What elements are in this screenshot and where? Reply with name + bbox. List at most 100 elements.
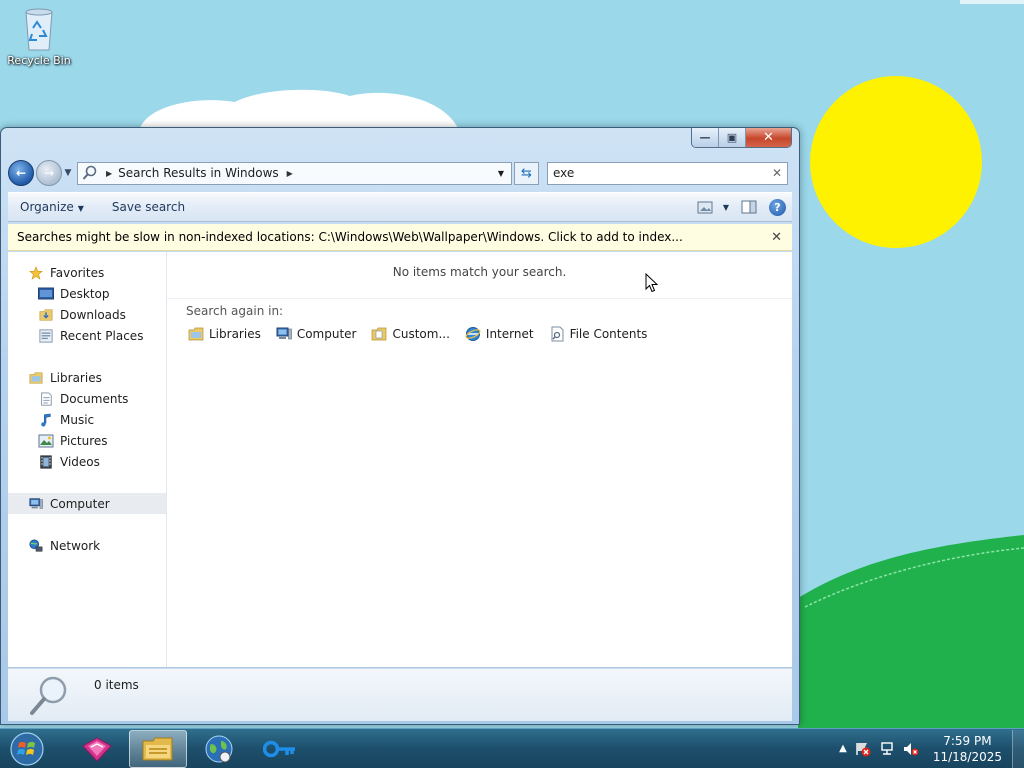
change-view-button[interactable]: ▼: [697, 201, 729, 214]
address-dropdown-icon[interactable]: ▼: [491, 169, 511, 178]
nav-label: Documents: [60, 391, 129, 406]
system-tray: ▲ 7:59 PM 11/18/2025: [831, 729, 1024, 768]
info-bar[interactable]: Searches might be slow in non-indexed lo…: [8, 224, 792, 251]
taskbar-key-app[interactable]: [251, 730, 309, 768]
recent-pages-dropdown[interactable]: ▼: [62, 168, 74, 178]
search-again-libraries[interactable]: Libraries: [188, 326, 261, 342]
back-button[interactable]: ←: [8, 160, 34, 186]
location-label: Computer: [296, 327, 357, 341]
nav-favorites[interactable]: Favorites: [8, 262, 166, 283]
navigation-pane: Favorites Desktop Downloads Recent Place…: [8, 252, 167, 667]
breadcrumb-chevron-icon[interactable]: ▶: [106, 169, 112, 178]
forward-button[interactable]: →: [36, 160, 62, 186]
search-results-icon: [82, 165, 97, 180]
nav-network[interactable]: Network: [8, 535, 166, 556]
nav-label: Music: [60, 412, 95, 427]
nav-label: Network: [50, 538, 101, 553]
search-again-custom[interactable]: Custom...: [371, 326, 450, 342]
maximize-button[interactable]: ▣: [719, 128, 746, 147]
volume-muted-icon[interactable]: [903, 741, 919, 757]
address-bar[interactable]: ▶ Search Results in Windows ▶ ▼: [77, 161, 512, 185]
computer-icon: [29, 497, 43, 509]
nav-label: Favorites: [50, 265, 105, 280]
downloads-folder-icon: [39, 308, 53, 321]
explorer-window[interactable]: — ▣ ✕ ← → ▼ ▶ Search Results in Windows …: [0, 127, 800, 725]
command-bar: Organize ▼ Save search ▼ ?: [8, 192, 792, 222]
internet-explorer-icon: [465, 327, 481, 341]
custom-folder-icon: [372, 327, 387, 341]
search-again-label: Search again in:: [186, 304, 284, 318]
nav-desktop[interactable]: Desktop: [8, 283, 166, 304]
view-options-dropdown-icon[interactable]: ▼: [723, 203, 729, 212]
nav-videos[interactable]: Videos: [8, 451, 166, 472]
results-pane[interactable]: No items match your search. Search again…: [167, 252, 792, 667]
search-box[interactable]: exe ✕: [547, 161, 788, 185]
file-explorer-icon: [142, 737, 173, 760]
clock-date: 11/18/2025: [932, 749, 1002, 764]
search-again-computer[interactable]: Computer: [276, 326, 357, 342]
paint-app-icon: [82, 736, 112, 762]
network-status-icon[interactable]: [879, 741, 895, 757]
search-again-file-contents[interactable]: File Contents: [549, 326, 647, 342]
taskbar: ▲ 7:59 PM 11/18/2025: [0, 728, 1024, 768]
nav-label: Libraries: [50, 370, 102, 385]
recent-places-icon: [39, 328, 53, 343]
nav-label: Videos: [60, 454, 100, 469]
preview-pane-icon: [741, 200, 757, 214]
organize-button[interactable]: Organize ▼: [20, 200, 84, 214]
refresh-button[interactable]: ⇆: [514, 161, 539, 185]
details-pane: 0 items: [8, 668, 792, 721]
nav-documents[interactable]: Documents: [8, 388, 166, 409]
preview-pane-button[interactable]: [741, 200, 757, 214]
show-hidden-icons-icon[interactable]: ▲: [839, 743, 847, 754]
refresh-icon: ⇆: [521, 165, 532, 181]
close-infobar-icon[interactable]: ✕: [771, 230, 782, 245]
recycle-bin-icon: [25, 8, 53, 51]
clear-search-icon[interactable]: ✕: [772, 166, 782, 180]
computer-icon: [276, 327, 292, 340]
explorer-body: Favorites Desktop Downloads Recent Place…: [8, 252, 792, 667]
windows-start-icon: [10, 731, 44, 766]
nav-label: Recent Places: [60, 328, 144, 343]
close-icon: ✕: [763, 130, 774, 145]
search-again-internet[interactable]: Internet: [465, 326, 534, 342]
documents-icon: [41, 391, 52, 406]
taskbar-file-explorer[interactable]: [129, 729, 187, 768]
music-icon: [41, 413, 51, 427]
taskbar-clock[interactable]: 7:59 PM 11/18/2025: [933, 733, 1002, 765]
network-icon: [29, 538, 43, 552]
taskbar-paint-app[interactable]: [68, 730, 126, 768]
action-center-warning-icon[interactable]: [855, 741, 871, 757]
nav-downloads[interactable]: Downloads: [8, 304, 166, 325]
nav-pictures[interactable]: Pictures: [8, 430, 166, 451]
help-icon[interactable]: ?: [769, 198, 786, 216]
show-desktop-button[interactable]: [1012, 729, 1024, 768]
start-button[interactable]: [6, 730, 48, 768]
navigation-bar: ← → ▼ ▶ Search Results in Windows ▶ ▼ ⇆ …: [8, 158, 792, 188]
clock-time: 7:59 PM: [943, 733, 992, 748]
pictures-icon: [38, 434, 54, 447]
breadcrumb-chevron-icon[interactable]: ▶: [287, 169, 293, 178]
save-search-button[interactable]: Save search: [112, 200, 185, 214]
info-bar-message[interactable]: Searches might be slow in non-indexed lo…: [17, 230, 683, 244]
location-label: Libraries: [209, 327, 261, 341]
nav-music[interactable]: Music: [8, 409, 166, 430]
taskbar-internet-app[interactable]: [190, 730, 248, 768]
location-label: Custom...: [392, 327, 450, 341]
nav-libraries[interactable]: Libraries: [8, 367, 166, 388]
search-input[interactable]: exe: [553, 166, 772, 180]
close-button[interactable]: ✕: [746, 128, 791, 147]
magnifier-icon: [30, 676, 67, 715]
nav-label: Pictures: [60, 433, 108, 448]
window-controls: — ▣ ✕: [691, 128, 792, 148]
desktop-icon-recycle-bin[interactable]: Recycle Bin: [6, 6, 72, 67]
nav-recent-places[interactable]: Recent Places: [8, 325, 166, 346]
item-count: 0 items: [94, 678, 139, 692]
minimize-icon: —: [699, 131, 711, 144]
minimize-button[interactable]: —: [692, 128, 719, 147]
location-label: Internet: [485, 327, 534, 341]
forward-arrow-icon: →: [43, 166, 55, 180]
breadcrumb-search-results[interactable]: Search Results in Windows: [118, 166, 279, 180]
nav-computer[interactable]: Computer: [8, 493, 166, 514]
libraries-icon: [188, 327, 204, 341]
